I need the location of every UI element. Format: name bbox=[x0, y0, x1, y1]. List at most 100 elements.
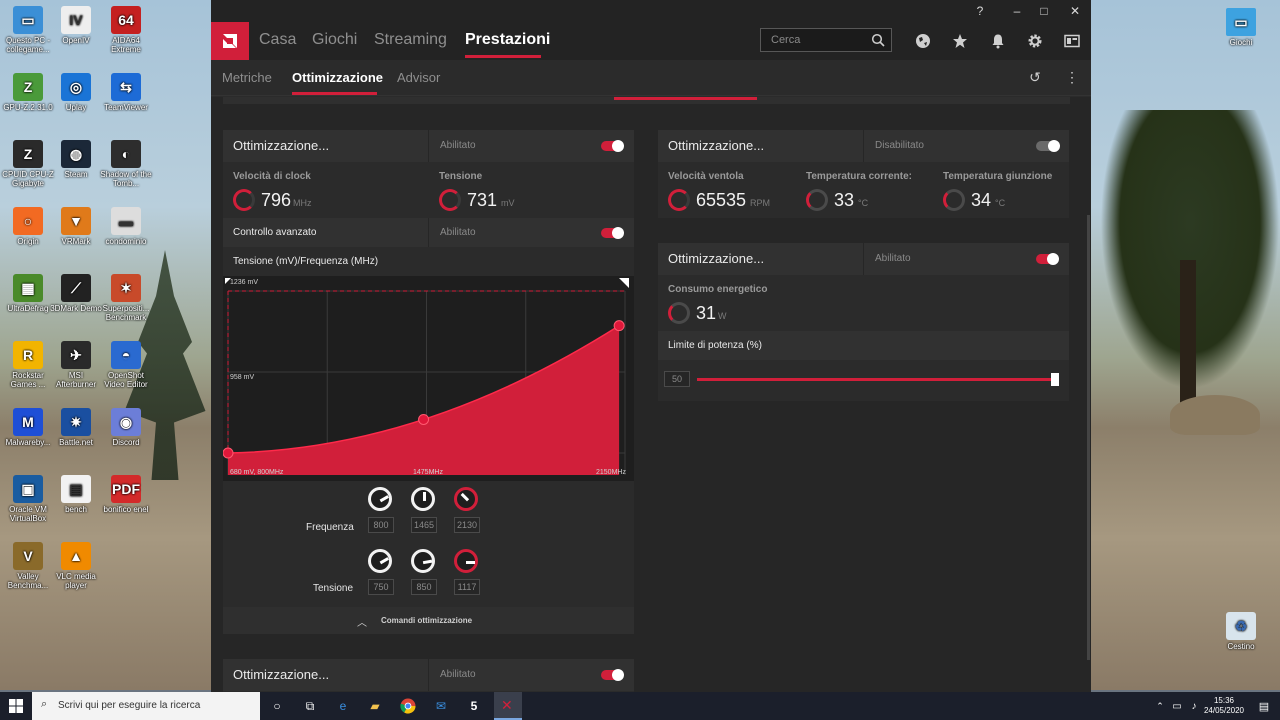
search-input[interactable]: Cerca bbox=[760, 28, 892, 52]
close-icon[interactable]: ✕ bbox=[1066, 3, 1084, 19]
gpu-tuning-toggle[interactable] bbox=[601, 140, 624, 152]
desktop-icon-superposition[interactable]: ✶ Superpositi... Benchmark bbox=[98, 274, 154, 322]
radeon-software-window: ? – □ ✕ Casa Giochi Streaming Prestazion… bbox=[211, 0, 1091, 692]
volume-icon[interactable]: ♪ bbox=[1184, 696, 1204, 716]
fan-speed-value: 65535 bbox=[696, 190, 747, 210]
amd-logo[interactable] bbox=[211, 22, 249, 60]
desktop-icon-3dmark[interactable]: ⟋ 3DMark Demo bbox=[48, 274, 104, 313]
desktop-icon-giochi[interactable]: ▭ Giochi bbox=[1213, 8, 1269, 47]
tab-metriche[interactable]: Metriche bbox=[222, 70, 272, 85]
knob-needle bbox=[466, 561, 475, 564]
desktop-icon-bonifico[interactable]: PDF bonifico enel bbox=[98, 475, 154, 514]
cortana-icon[interactable]: ○ bbox=[267, 696, 287, 716]
tuning-content: Ottimizzazione... Abilitato Velocità di … bbox=[211, 97, 1091, 692]
fan-tuning-panel: Ottimizzazione... Disabilitato Velocità … bbox=[658, 130, 1069, 218]
layout-icon[interactable] bbox=[1062, 31, 1082, 51]
desktop-icon-label: MSI Afterburner bbox=[55, 371, 97, 389]
desktop-icon-aida64[interactable]: 64 AIDA64 Extreme bbox=[98, 6, 154, 54]
nav-giochi[interactable]: Giochi bbox=[312, 31, 357, 49]
desktop-icon-cestino[interactable]: ♻ Cestino bbox=[1213, 612, 1269, 651]
desktop-icon-openshot[interactable]: ◓ OpenShot Video Editor bbox=[98, 341, 154, 389]
taskbar-clock[interactable]: 15:36 24/05/2020 bbox=[1204, 696, 1244, 716]
clock-gauge-icon bbox=[233, 189, 255, 211]
volt-knob-3[interactable] bbox=[454, 549, 478, 573]
windows-start-icon[interactable] bbox=[6, 696, 26, 716]
tab-ottimizzazione[interactable]: Ottimizzazione bbox=[292, 70, 383, 85]
edge-icon[interactable]: e bbox=[333, 696, 353, 716]
fan-tuning-toggle[interactable] bbox=[1036, 140, 1060, 152]
chart-point-3[interactable] bbox=[613, 320, 625, 332]
volt-value-3[interactable]: 1117 bbox=[454, 579, 480, 595]
gear-icon[interactable] bbox=[1025, 31, 1045, 51]
chart-point-2[interactable] bbox=[418, 413, 430, 425]
freq-value-1[interactable]: 800 bbox=[368, 517, 394, 533]
openshot-icon: ◓ bbox=[111, 341, 141, 369]
freq-value-2[interactable]: 1465 bbox=[411, 517, 437, 533]
nav-streaming[interactable]: Streaming bbox=[374, 31, 447, 49]
advanced-control-row: Controllo avanzato Abilitato bbox=[223, 218, 634, 247]
desktop-icon-tomb-raider[interactable]: ◐ Shadow of the Tomb... bbox=[98, 140, 154, 188]
desktop-icon-battlenet[interactable]: ✷ Battle.net bbox=[48, 408, 104, 447]
desktop-icon-discord[interactable]: ◉ Discord bbox=[98, 408, 154, 447]
volt-value-2[interactable]: 850 bbox=[411, 579, 437, 595]
tab-advisor[interactable]: Advisor bbox=[397, 70, 440, 85]
desktop-icon-condominio[interactable]: ▬ condominio bbox=[98, 207, 154, 246]
app-5-icon[interactable]: 5 bbox=[464, 696, 484, 716]
power-tuning-toggle[interactable] bbox=[1036, 253, 1059, 265]
temp-gauge-icon bbox=[806, 189, 828, 211]
advanced-control-label: Controllo avanzato bbox=[233, 227, 317, 238]
desktop-icon-label: bonifico enel bbox=[103, 505, 149, 514]
freq-value-3[interactable]: 2130 bbox=[454, 517, 480, 533]
desktop-icon-openiv[interactable]: IV OpenIV bbox=[48, 6, 104, 45]
subnav-active-indicator bbox=[292, 92, 377, 95]
notifications-icon[interactable]: ▤ bbox=[1254, 696, 1274, 716]
desktop-icon-teamviewer[interactable]: ⇆ TeamViewer bbox=[98, 73, 154, 112]
taskbar-search-input[interactable]: ⌕ Scrivi qui per eseguire la ricerca bbox=[32, 692, 260, 720]
nav-casa[interactable]: Casa bbox=[259, 31, 296, 49]
freq-knob-1[interactable] bbox=[368, 487, 392, 511]
volt-knob-1[interactable] bbox=[368, 549, 392, 573]
previous-section-strip bbox=[223, 97, 1070, 104]
desktop-icon-bench[interactable]: ▤ bench bbox=[48, 475, 104, 514]
task-view-icon[interactable]: ⧉ bbox=[300, 696, 320, 716]
nav-prestazioni[interactable]: Prestazioni bbox=[465, 31, 550, 49]
power-limit-value[interactable]: 50 bbox=[664, 371, 690, 387]
fan-speed-label: Velocità ventola bbox=[668, 171, 744, 182]
msi-afterburner-icon: ✈ bbox=[61, 341, 91, 369]
advanced-control-toggle[interactable] bbox=[601, 227, 624, 239]
chart-point-1[interactable] bbox=[222, 447, 234, 459]
help-icon[interactable]: ? bbox=[971, 3, 989, 19]
current-temp-metric: Temperatura corrente: 33 °C bbox=[796, 162, 932, 218]
power-limit-slider-track[interactable] bbox=[697, 378, 1055, 381]
desktop-icon-vlc[interactable]: ▲ VLC media player bbox=[48, 542, 104, 590]
minimize-icon[interactable]: – bbox=[1008, 3, 1026, 19]
more-options-icon[interactable]: ⋮ bbox=[1062, 67, 1082, 87]
aida64-icon: 64 bbox=[111, 6, 141, 34]
reset-icon[interactable]: ↺ bbox=[1025, 67, 1045, 87]
freq-knob-3[interactable] bbox=[454, 487, 478, 511]
scrollbar[interactable] bbox=[1087, 215, 1090, 660]
chrome-icon[interactable] bbox=[398, 696, 418, 716]
taskbar: ⌕ Scrivi qui per eseguire la ricerca ○ ⧉… bbox=[0, 692, 1280, 720]
star-icon[interactable] bbox=[950, 31, 970, 51]
tuning-commands-row[interactable]: ︿ Comandi ottimizzazione bbox=[223, 607, 634, 634]
power-limit-slider-handle[interactable] bbox=[1051, 373, 1059, 386]
desktop-icon-msi-afterburner[interactable]: ✈ MSI Afterburner bbox=[48, 341, 104, 389]
desktop-icon-uplay[interactable]: ◎ Uplay bbox=[48, 73, 104, 112]
discord-icon: ◉ bbox=[111, 408, 141, 436]
fan-tuning-state: Disabilitato bbox=[875, 140, 924, 151]
freq-knob-2[interactable] bbox=[411, 487, 435, 511]
power-tuning-header: Ottimizzazione... Abilitato bbox=[658, 243, 1069, 275]
memory-tuning-toggle[interactable] bbox=[601, 669, 624, 681]
desktop-icon-steam[interactable]: ◍ Steam bbox=[48, 140, 104, 179]
maximize-icon[interactable]: □ bbox=[1035, 3, 1053, 19]
desktop-icon-vrmark[interactable]: ▼ VRMark bbox=[48, 207, 104, 246]
globe-icon[interactable] bbox=[913, 31, 933, 51]
taskbar-time: 15:36 bbox=[1213, 696, 1234, 705]
mail-icon[interactable]: ✉ bbox=[431, 696, 451, 716]
volt-knob-2[interactable] bbox=[411, 549, 435, 573]
radeon-taskbar-button[interactable]: ✕ bbox=[494, 692, 522, 720]
bell-icon[interactable] bbox=[988, 31, 1008, 51]
file-explorer-icon[interactable]: ▰ bbox=[365, 696, 385, 716]
volt-value-1[interactable]: 750 bbox=[368, 579, 394, 595]
